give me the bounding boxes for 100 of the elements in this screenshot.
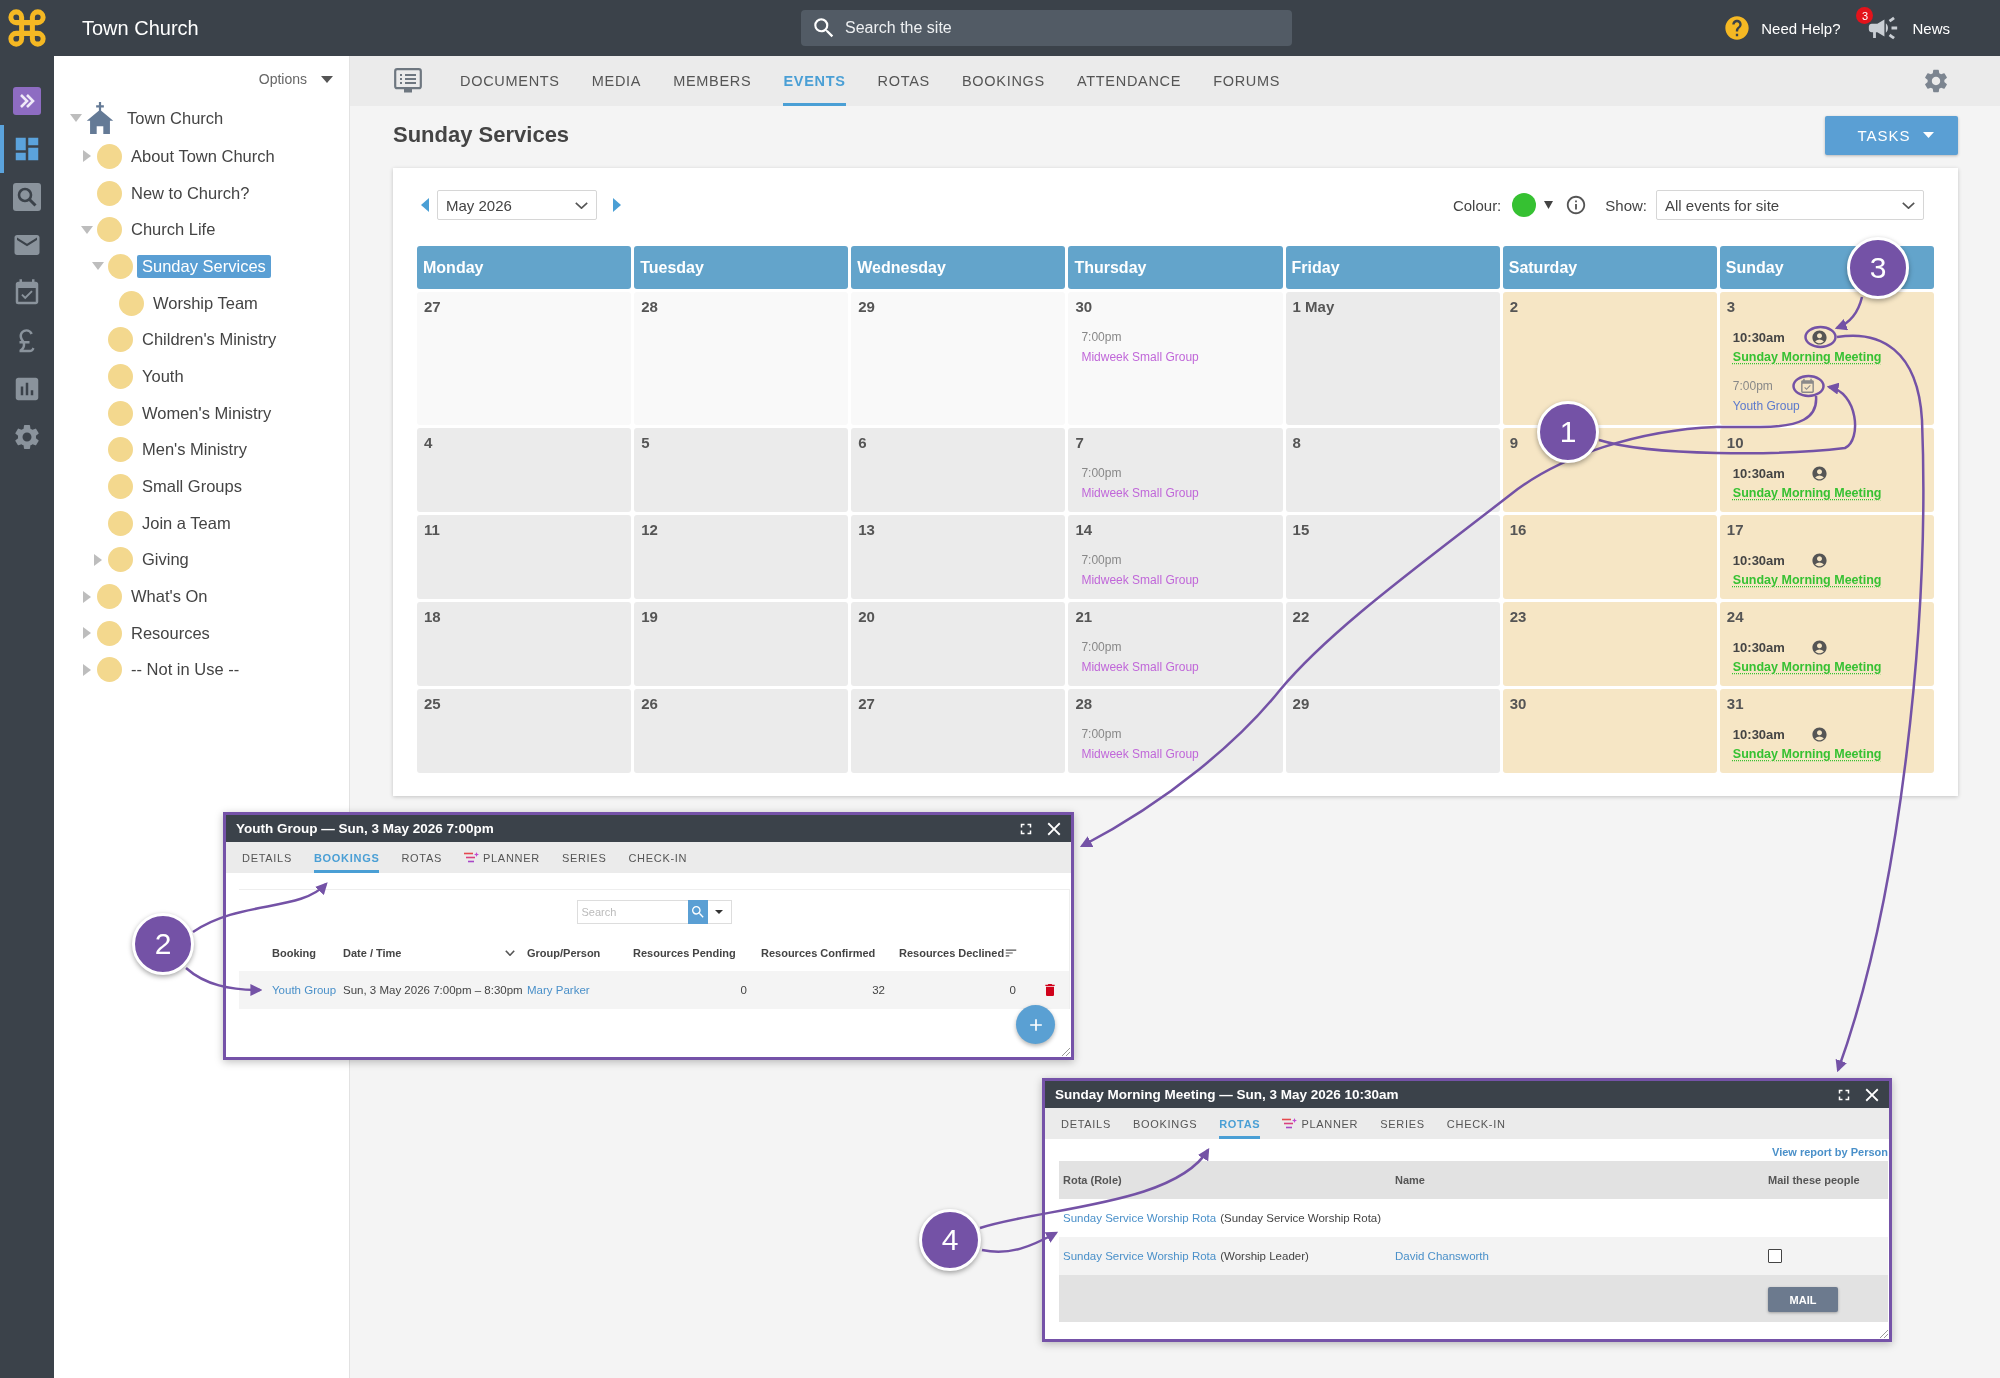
options-button[interactable]: Options [258, 71, 333, 87]
nav-tab[interactable]: BOOKINGS [946, 56, 1061, 106]
day-cell[interactable]: 1 May [1285, 292, 1500, 425]
nav-tab[interactable]: DOCUMENTS [444, 56, 576, 106]
day-cell[interactable]: 8 [1285, 428, 1500, 512]
dialog-tab[interactable]: DETAILS [231, 842, 303, 873]
info-icon[interactable] [1565, 194, 1588, 216]
column-header[interactable]: Date / Time [343, 947, 402, 959]
dialog-tab[interactable]: CHECK-IN [1435, 1108, 1517, 1139]
day-cell[interactable]: 16 [1502, 515, 1717, 599]
tree-item[interactable]: Men's Ministry [137, 438, 252, 462]
tree-item[interactable]: New to Church? [126, 181, 255, 205]
nav-tab[interactable]: FORUMS [1197, 56, 1297, 106]
dialog-tab[interactable]: BOOKINGS [1121, 1108, 1209, 1139]
day-cell[interactable]: 29 [1285, 689, 1500, 773]
show-select[interactable]: All events for site [1656, 190, 1924, 220]
dialog-tab[interactable]: ROTAS [390, 842, 453, 873]
day-cell[interactable]: 18 [417, 602, 632, 686]
tree-item[interactable]: Resources [126, 621, 215, 645]
day-cell[interactable]: 4 [417, 428, 632, 512]
mail-button[interactable]: MAIL [1768, 1287, 1838, 1312]
help-link[interactable]: Need Help? [1761, 19, 1841, 37]
day-cell[interactable]: 13 [851, 515, 1066, 599]
person-link[interactable]: Mary Parker [527, 984, 590, 996]
search-field[interactable]: Search [576, 900, 688, 924]
settings-icon[interactable] [1922, 67, 1950, 95]
dialog-tab[interactable]: SERIES [1369, 1108, 1436, 1139]
dialog-tab[interactable]: PLANNER [1271, 1108, 1370, 1139]
notes-icon[interactable] [394, 68, 422, 94]
dialog-tab[interactable]: PLANNER [453, 842, 551, 873]
day-cell[interactable]: 14 7:00pm Midweek Small Group [1068, 515, 1283, 599]
tree-item[interactable]: About Town Church [126, 144, 280, 168]
nav-tab[interactable]: MEMBERS [657, 56, 768, 106]
booking-link[interactable]: Youth Group [272, 984, 337, 996]
day-cell[interactable]: 25 [417, 689, 632, 773]
right-arrow-icon[interactable] [613, 198, 621, 212]
filter-dropdown-button[interactable] [707, 900, 732, 924]
tree-item[interactable]: Women's Ministry [137, 401, 277, 425]
left-arrow-icon[interactable] [421, 198, 429, 212]
day-cell[interactable]: 28 7:00pm Midweek Small Group [1068, 689, 1283, 773]
logo[interactable] [8, 9, 46, 47]
event-title[interactable]: Youth Group [1732, 397, 1800, 415]
tree-item[interactable]: Children's Ministry [137, 328, 282, 352]
day-cell[interactable]: 11 [417, 515, 632, 599]
day-cell[interactable]: 19 [634, 602, 849, 686]
tree-item[interactable]: Worship Team [148, 291, 263, 315]
rota-link[interactable]: Sunday Service Worship Rota [1063, 1250, 1217, 1262]
help-icon[interactable] [1723, 14, 1752, 42]
day-cell[interactable]: 15 [1285, 515, 1500, 599]
day-cell[interactable]: 27 [851, 689, 1066, 773]
add-button[interactable] [1016, 1005, 1055, 1044]
tree-item[interactable]: Giving [137, 548, 194, 572]
news-link[interactable]: News [1912, 19, 1950, 37]
resize-grip-icon[interactable] [1880, 1330, 1888, 1338]
tree-item[interactable]: Join a Team [137, 511, 236, 535]
day-cell[interactable]: 10 10:30am Sunday Morning Meeting [1719, 428, 1934, 512]
checkbox[interactable] [1768, 1249, 1782, 1263]
tree-item[interactable]: Youth [137, 364, 189, 388]
rota-link[interactable]: Sunday Service Worship Rota [1063, 1212, 1217, 1224]
tree-item[interactable]: Town Church [122, 106, 229, 130]
day-cell[interactable]: 27 [417, 292, 632, 425]
column-header[interactable]: Booking [272, 947, 316, 959]
report-link[interactable]: View report by Person [1772, 1143, 1888, 1161]
tree-item[interactable]: -- Not in Use -- [126, 658, 245, 682]
nav-tab[interactable]: MEDIA [575, 56, 658, 106]
search-field[interactable]: Search the site [801, 10, 1292, 46]
day-cell[interactable]: 12 [634, 515, 849, 599]
day-cell[interactable]: 24 10:30am Sunday Morning Meeting [1719, 602, 1934, 686]
day-cell[interactable]: 26 [634, 689, 849, 773]
chevron-down-icon[interactable] [505, 950, 515, 956]
column-header[interactable]: Resources Declined [899, 947, 1005, 959]
column-header[interactable]: Group/Person [527, 947, 601, 959]
dialog-tab[interactable]: CHECK-IN [617, 842, 699, 873]
day-cell[interactable]: 20 [851, 602, 1066, 686]
month-select[interactable]: May 2026 [437, 190, 597, 220]
day-cell[interactable]: 30 [1502, 689, 1717, 773]
dialog-tab[interactable]: SERIES [550, 842, 618, 873]
column-header[interactable]: Resources Pending [633, 947, 736, 959]
colour-swatch-icon[interactable] [1512, 193, 1537, 217]
day-cell[interactable]: 3 10:30am Sunday Morning Meeting 7:00pm Youth Group [1719, 292, 1934, 425]
nav-tab[interactable]: ROTAS [861, 56, 946, 106]
event-title[interactable]: Midweek Small Group [1081, 348, 1199, 366]
day-cell[interactable]: 23 [1502, 602, 1717, 686]
dialog-tab[interactable]: DETAILS [1050, 1108, 1122, 1139]
day-cell[interactable]: 6 [851, 428, 1066, 512]
day-cell[interactable]: 22 [1285, 602, 1500, 686]
day-cell[interactable]: 28 [634, 292, 849, 425]
nav-tab[interactable]: ATTENDANCE [1060, 56, 1198, 106]
day-cell[interactable]: 7 7:00pm Midweek Small Group [1068, 428, 1283, 512]
caret-icon[interactable] [1544, 201, 1554, 209]
search-button[interactable] [687, 900, 708, 924]
day-cell[interactable]: 31 10:30am Sunday Morning Meeting [1719, 689, 1934, 773]
tree-item[interactable]: Church Life [126, 218, 221, 242]
column-header[interactable]: Resources Confirmed [761, 947, 876, 959]
tree-item[interactable]: Small Groups [137, 475, 247, 499]
resize-grip-icon[interactable] [1062, 1048, 1070, 1056]
day-cell[interactable]: 30 7:00pm Midweek Small Group [1068, 292, 1283, 425]
tree-item[interactable]: What's On [126, 585, 213, 609]
day-cell[interactable]: 5 [634, 428, 849, 512]
day-cell[interactable]: 29 [851, 292, 1066, 425]
